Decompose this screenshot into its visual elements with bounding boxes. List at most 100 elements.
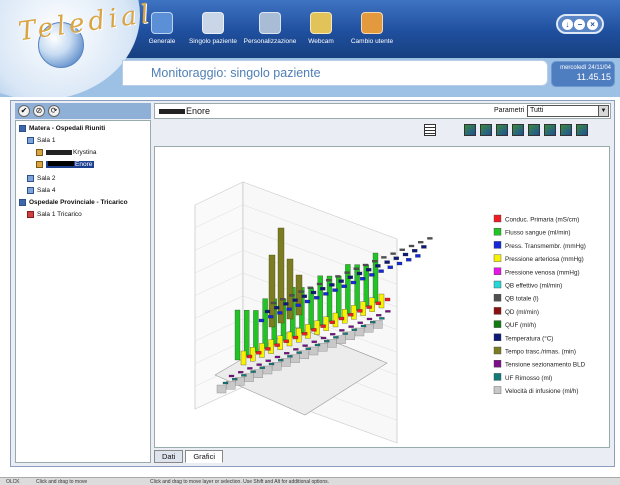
- page-title: Monitoraggio: singolo paziente: [151, 66, 321, 80]
- param-select[interactable]: Tutti ▼: [527, 105, 609, 117]
- selected-patient: Enore: [46, 160, 95, 168]
- patient-icon: [36, 148, 43, 156]
- chart-bar: [320, 287, 326, 291]
- chevron-down-icon: ▼: [598, 106, 608, 116]
- chart-bar: [216, 384, 227, 394]
- room-alert-icon: [27, 210, 34, 218]
- nav-label: Personalizzazione: [243, 38, 297, 45]
- chart-bar: [311, 328, 317, 332]
- hospital-icon: [19, 124, 26, 132]
- chart-bar: [369, 273, 375, 277]
- step-chart-icon[interactable]: [560, 124, 572, 136]
- chart-bar: [341, 284, 347, 288]
- tree-item-krystina[interactable]: Krystina: [36, 147, 96, 157]
- window-controls: ↓ – ×: [556, 14, 604, 34]
- param-value: Tutti: [530, 107, 544, 114]
- nav-personalizzazione[interactable]: Personalizzazione: [242, 12, 298, 54]
- patient-tree: Matera - Ospedali Riuniti Sala 1 Krystin…: [15, 120, 151, 463]
- chart-bar: [310, 290, 317, 295]
- tree-item-tricarico[interactable]: Ospedale Provinciale - Tricarico: [19, 197, 128, 207]
- chart-bar: [366, 268, 372, 272]
- legend-label: QB totale (l): [505, 296, 539, 303]
- chart-bar: [274, 343, 280, 347]
- nav-label: Webcam: [308, 38, 334, 45]
- chart-bar: [262, 298, 268, 349]
- redacted-surname: [159, 108, 185, 114]
- chart-legend: Conduc. Primaria (mS/cm) Flusso sangue (m…: [493, 214, 586, 395]
- chart-bar: [265, 347, 271, 351]
- chart-bar: [348, 313, 354, 317]
- chart-bar: [244, 310, 250, 357]
- area-chart-icon[interactable]: [464, 124, 476, 136]
- chart-bar: [342, 332, 348, 335]
- nav-webcam[interactable]: Webcam: [299, 12, 343, 54]
- legend-label: Tempo trasc./rimas. (min): [505, 349, 576, 356]
- tree-item-sala-2[interactable]: Sala 2: [27, 173, 55, 183]
- redacted-surname: [46, 149, 72, 155]
- chart-bar: [320, 324, 326, 328]
- table-view-icon[interactable]: [424, 124, 436, 136]
- refresh-icon[interactable]: ⟳: [48, 105, 60, 117]
- chart-bar: [354, 264, 360, 311]
- chart-bar: [378, 293, 385, 309]
- webcam-icon: [310, 12, 332, 34]
- chart-bar: [350, 280, 357, 285]
- nav-cambio-utente[interactable]: Cambio utente: [344, 12, 400, 54]
- minimize-icon[interactable]: ↓: [561, 18, 573, 30]
- chart-bar: [379, 317, 385, 320]
- chart-bar: [295, 274, 303, 316]
- tree-item-sala-1-tricarico[interactable]: Sala 1 Tricarico: [27, 209, 82, 219]
- chart-bar: [232, 378, 238, 381]
- chart-bar: [335, 275, 341, 278]
- chart-bar: [268, 339, 274, 354]
- close-icon[interactable]: ×: [587, 18, 599, 30]
- column-chart-icon[interactable]: [496, 124, 508, 136]
- chart-bar: [307, 286, 313, 289]
- chart-bar: [296, 351, 302, 354]
- tree-item-enore[interactable]: Enore: [36, 159, 95, 169]
- chart-bar: [342, 309, 348, 324]
- tree-item-label: Enore: [75, 160, 93, 168]
- tree-item-label: Ospedale Provinciale - Tricarico: [29, 198, 128, 206]
- tree-item-sala-4[interactable]: Sala 4: [27, 185, 55, 195]
- chart-bar: [375, 301, 381, 305]
- legend-swatch: [493, 280, 502, 289]
- stacked-chart-icon[interactable]: [512, 124, 524, 136]
- pie-chart-icon[interactable]: [576, 124, 588, 136]
- dashboard-icon: [151, 12, 173, 34]
- tree-item-label: Krystina: [73, 148, 97, 156]
- chart-bar: [277, 335, 283, 350]
- tree-item-sala-1[interactable]: Sala 1: [27, 135, 55, 145]
- line-chart-icon[interactable]: [544, 124, 556, 136]
- nav-generale[interactable]: Generale: [140, 12, 184, 54]
- chart-bar: [351, 328, 357, 331]
- chart-bar: [415, 254, 421, 258]
- patient-name-label: Enore: [186, 106, 211, 116]
- confirm-icon[interactable]: ✔: [18, 105, 30, 117]
- tab-dati[interactable]: Dati: [154, 450, 184, 463]
- chart-bar: [296, 328, 302, 343]
- grid-chart-icon[interactable]: [528, 124, 540, 136]
- title-bar: Monitoraggio: singolo paziente: [122, 60, 548, 86]
- chart-bar: [406, 258, 412, 262]
- chart-panel: Conduc. Primaria (mS/cm) Flusso sangue (m…: [154, 146, 610, 448]
- chart-bar: [323, 292, 329, 296]
- 3d-bar-chart: [194, 181, 433, 444]
- cancel-icon[interactable]: ⊘: [33, 105, 45, 117]
- chart-bar: [234, 309, 241, 361]
- chart-bar: [253, 310, 259, 353]
- chart-bar: [344, 271, 350, 274]
- bar-chart-icon[interactable]: [480, 124, 492, 136]
- chart-bar: [256, 351, 262, 355]
- chart-bar: [360, 301, 366, 316]
- chart-svg: Conduc. Primaria (mS/cm) Flusso sangue (m…: [194, 181, 586, 444]
- restore-icon[interactable]: –: [574, 18, 586, 30]
- patient-name: Enore: [159, 106, 210, 116]
- tree-item-matera[interactable]: Matera - Ospedali Riuniti: [19, 123, 105, 133]
- tab-grafici[interactable]: Grafici: [185, 450, 224, 463]
- chart-bar: [286, 331, 293, 347]
- legend-label: Temperatura (°C): [505, 334, 553, 342]
- chart-bar: [351, 305, 357, 320]
- chart-bar: [360, 277, 366, 281]
- nav-singolo-paziente[interactable]: Singolo paziente: [185, 12, 241, 54]
